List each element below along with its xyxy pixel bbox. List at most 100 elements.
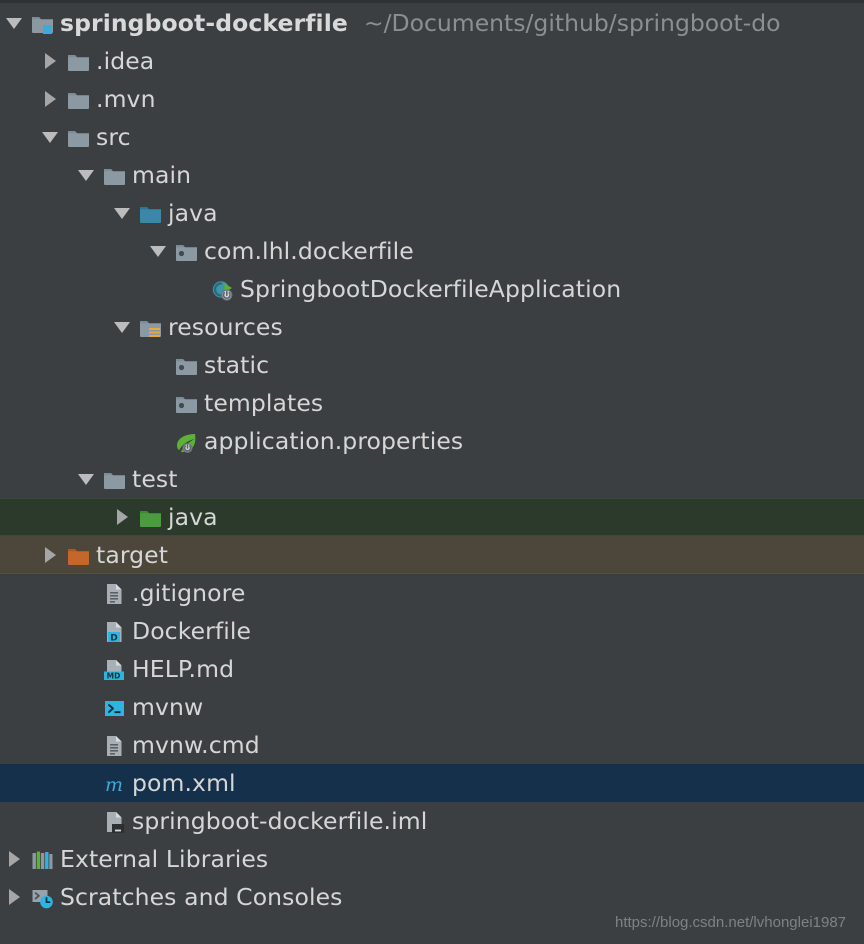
chevron-down-icon[interactable] xyxy=(146,232,172,270)
package-icon xyxy=(172,232,202,270)
tree-node-springboot-dockerfile-iml[interactable]: springboot-dockerfile.iml xyxy=(0,802,864,840)
folder-icon xyxy=(64,42,94,80)
chevron-right-icon[interactable] xyxy=(2,878,28,916)
tree-node-label: HELP.md xyxy=(132,655,235,683)
tree-node-java[interactable]: java xyxy=(0,498,864,536)
tree-node-resources[interactable]: resources xyxy=(0,308,864,346)
tree-node-springbootdockerfileapplication[interactable]: SpringbootDockerfileApplication xyxy=(0,270,864,308)
excluded-folder-icon xyxy=(64,536,94,574)
tree-node-label: test xyxy=(132,465,178,493)
chevron-right-icon[interactable] xyxy=(38,80,64,118)
expander-placeholder xyxy=(182,270,208,308)
tree-node-src[interactable]: src xyxy=(0,118,864,156)
text-file-icon xyxy=(100,726,130,764)
tree-node-idea[interactable]: .idea xyxy=(0,42,864,80)
chevron-right-icon[interactable] xyxy=(38,42,64,80)
tree-node-label: pom.xml xyxy=(132,769,236,797)
expander-placeholder xyxy=(146,422,172,460)
expander-placeholder xyxy=(74,726,100,764)
package-icon xyxy=(172,346,202,384)
source-root-folder-icon xyxy=(136,194,166,232)
tree-node-help-md[interactable]: MD HELP.md xyxy=(0,650,864,688)
svg-text:MD: MD xyxy=(107,672,121,681)
shell-script-icon xyxy=(100,688,130,726)
tree-node-label: main xyxy=(132,161,192,189)
expander-placeholder xyxy=(74,650,100,688)
spring-leaf-icon xyxy=(172,422,202,460)
chevron-down-icon[interactable] xyxy=(38,118,64,156)
scratches-icon xyxy=(28,878,58,916)
tree-node-java[interactable]: java xyxy=(0,194,864,232)
package-icon xyxy=(172,384,202,422)
expander-placeholder xyxy=(146,384,172,422)
tree-node-label: java xyxy=(168,199,218,227)
svg-text:m: m xyxy=(105,774,123,795)
chevron-right-icon[interactable] xyxy=(110,498,136,536)
chevron-down-icon[interactable] xyxy=(74,156,100,194)
spring-boot-class-icon xyxy=(208,270,238,308)
tree-node-static[interactable]: static xyxy=(0,346,864,384)
tree-node-application-properties[interactable]: application.properties xyxy=(0,422,864,460)
tree-node-com-lhl-dockerfile[interactable]: com.lhl.dockerfile xyxy=(0,232,864,270)
tree-node-label: templates xyxy=(204,389,324,417)
tree-node-mvn[interactable]: .mvn xyxy=(0,80,864,118)
svg-text:D: D xyxy=(110,633,117,643)
folder-icon xyxy=(64,80,94,118)
expander-placeholder xyxy=(74,688,100,726)
test-source-root-folder-icon xyxy=(136,498,166,536)
tree-node-label: .mvn xyxy=(96,85,156,113)
resource-root-folder-icon xyxy=(136,308,166,346)
project-path-label: ~/Documents/github/springboot-do xyxy=(363,9,781,37)
iml-file-icon xyxy=(100,802,130,840)
folder-icon xyxy=(100,460,130,498)
tree-node-label: src xyxy=(96,123,131,151)
tree-node-label: com.lhl.dockerfile xyxy=(204,237,414,265)
tree-node-mvnw-cmd[interactable]: mvnw.cmd xyxy=(0,726,864,764)
chevron-down-icon[interactable] xyxy=(2,4,28,42)
tree-node-label: springboot-dockerfile.iml xyxy=(132,807,428,835)
folder-icon xyxy=(100,156,130,194)
module-folder-icon xyxy=(28,4,58,42)
tree-node-label: springboot-dockerfile xyxy=(60,9,348,37)
project-tree-panel: springboot-dockerfile ~/Documents/github/… xyxy=(0,0,864,944)
tree-node-test[interactable]: test xyxy=(0,460,864,498)
tree-node-dockerfile[interactable]: D Dockerfile xyxy=(0,612,864,650)
tree-node-label: resources xyxy=(168,313,283,341)
tree-node-label: .gitignore xyxy=(132,579,246,607)
folder-icon xyxy=(64,118,94,156)
tree-node-pom-xml[interactable]: m pom.xml xyxy=(0,764,864,802)
tree-node-label: mvnw xyxy=(132,693,204,721)
tree-node-label: target xyxy=(96,540,169,569)
tree-node-templates[interactable]: templates xyxy=(0,384,864,422)
tree-node-gitignore[interactable]: .gitignore xyxy=(0,574,864,612)
markdown-file-icon: MD xyxy=(100,650,130,688)
tree-node-label: static xyxy=(204,351,270,379)
expander-placeholder xyxy=(74,764,100,802)
tree-node-target[interactable]: target xyxy=(0,536,864,574)
chevron-down-icon[interactable] xyxy=(110,194,136,232)
chevron-down-icon[interactable] xyxy=(74,460,100,498)
expander-placeholder xyxy=(74,612,100,650)
expander-placeholder xyxy=(74,574,100,612)
tree-node-label: Dockerfile xyxy=(132,617,252,645)
tree-node-mvnw[interactable]: mvnw xyxy=(0,688,864,726)
text-file-icon xyxy=(100,574,130,612)
tree-node-springboot-dockerfile[interactable]: springboot-dockerfile ~/Documents/github/… xyxy=(0,4,864,42)
tree-node-label: application.properties xyxy=(204,427,464,455)
panel-top-border xyxy=(0,0,864,3)
chevron-right-icon[interactable] xyxy=(2,840,28,878)
watermark: https://blog.csdn.net/lvhonglei1987 xyxy=(615,914,846,931)
tree-node-main[interactable]: main xyxy=(0,156,864,194)
tree-node-label: .idea xyxy=(96,47,155,75)
expander-placeholder xyxy=(146,346,172,384)
chevron-right-icon[interactable] xyxy=(38,536,64,574)
maven-pom-icon: m xyxy=(100,764,130,802)
tree-node-label: mvnw.cmd xyxy=(132,731,260,759)
chevron-down-icon[interactable] xyxy=(110,308,136,346)
tree-node-external-libraries[interactable]: External Libraries xyxy=(0,840,864,878)
tree-node-label: SpringbootDockerfileApplication xyxy=(240,275,622,303)
expander-placeholder xyxy=(74,802,100,840)
tree-node-scratches-and-consoles[interactable]: Scratches and Consoles xyxy=(0,878,864,916)
tree-node-label: External Libraries xyxy=(60,845,269,873)
external-libraries-icon xyxy=(28,840,58,878)
